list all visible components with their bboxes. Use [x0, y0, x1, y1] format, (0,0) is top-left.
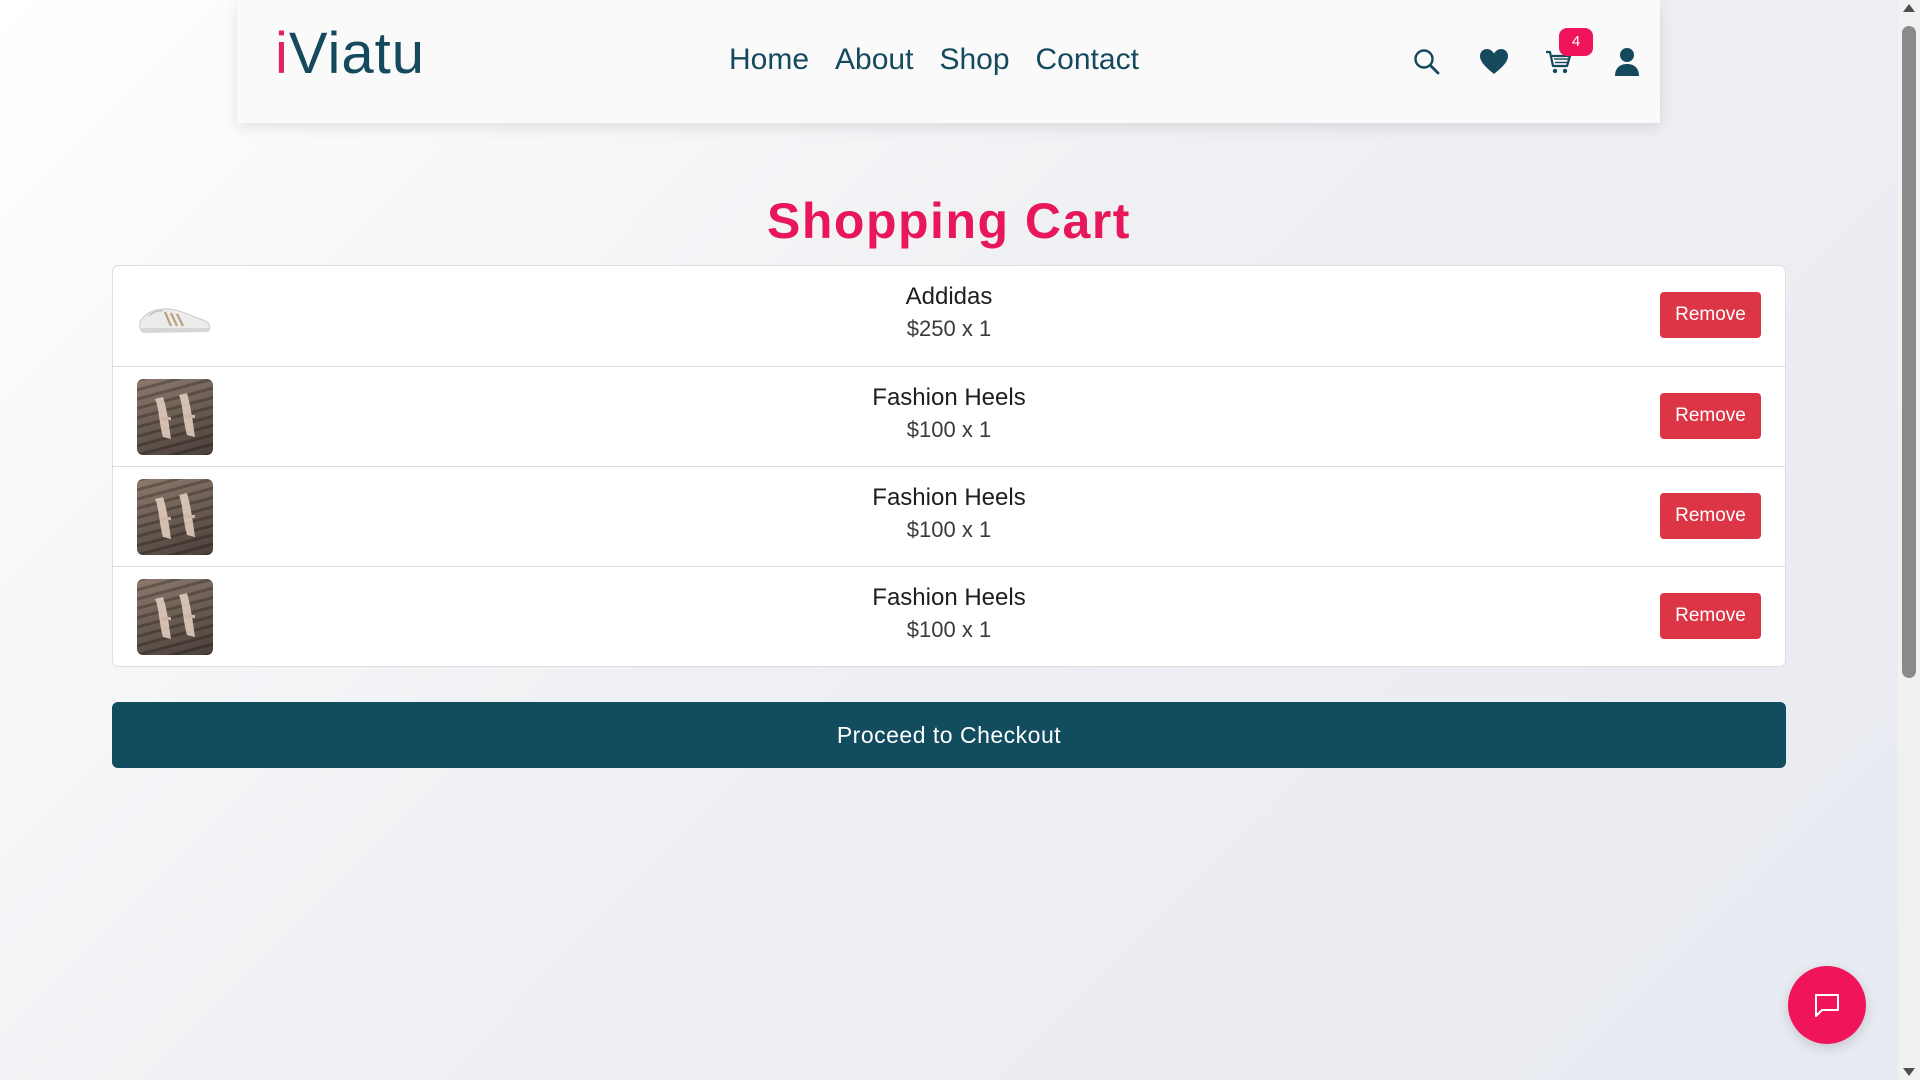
remove-button[interactable]: Remove: [1660, 593, 1761, 639]
scrollbar-thumb[interactable]: [1902, 26, 1916, 678]
item-price: $100 x 1: [906, 617, 992, 642]
proceed-to-checkout-button[interactable]: Proceed to Checkout: [112, 702, 1786, 768]
vertical-scrollbar[interactable]: [1898, 0, 1920, 1080]
item-price: $250 x 1: [906, 316, 992, 341]
header-icons: 4: [237, 28, 1660, 88]
site-header: iViatu Home About Shop Contact 4: [237, 0, 1660, 123]
item-price: $100 x 1: [906, 417, 992, 442]
scroll-up-arrow-icon[interactable]: [1903, 4, 1915, 12]
item-info: Fashion Heels $100 x 1: [113, 381, 1785, 445]
scroll-down-arrow-icon[interactable]: [1903, 1068, 1915, 1076]
chat-button[interactable]: [1788, 966, 1866, 1044]
page-title: Shopping Cart: [767, 193, 1131, 249]
cart-item-row: Fashion Heels $100 x 1 Remove: [113, 366, 1785, 466]
heart-icon[interactable]: [1474, 42, 1514, 82]
item-name: Addidas: [905, 283, 993, 310]
user-icon[interactable]: [1607, 42, 1647, 82]
cart-count-badge: 4: [1559, 28, 1593, 56]
chat-bubble-icon: [1815, 994, 1839, 1017]
item-price: $100 x 1: [906, 517, 992, 542]
search-icon[interactable]: [1407, 42, 1447, 82]
item-name: Fashion Heels: [872, 384, 1026, 411]
cart-items-list: Addidas $250 x 1 Remove Fashion Heels $1…: [112, 265, 1786, 667]
cart-item-row: Addidas $250 x 1 Remove: [113, 266, 1785, 366]
item-name: Fashion Heels: [872, 484, 1026, 511]
item-info: Fashion Heels $100 x 1: [113, 581, 1785, 645]
item-info: Fashion Heels $100 x 1: [113, 481, 1785, 545]
remove-button[interactable]: Remove: [1660, 393, 1761, 439]
remove-button[interactable]: Remove: [1660, 493, 1761, 539]
cart-item-row: Fashion Heels $100 x 1 Remove: [113, 466, 1785, 566]
item-name: Fashion Heels: [872, 584, 1026, 611]
cart-item-row: Fashion Heels $100 x 1 Remove: [113, 566, 1785, 666]
remove-button[interactable]: Remove: [1660, 292, 1761, 338]
item-info: Addidas $250 x 1: [113, 280, 1785, 344]
